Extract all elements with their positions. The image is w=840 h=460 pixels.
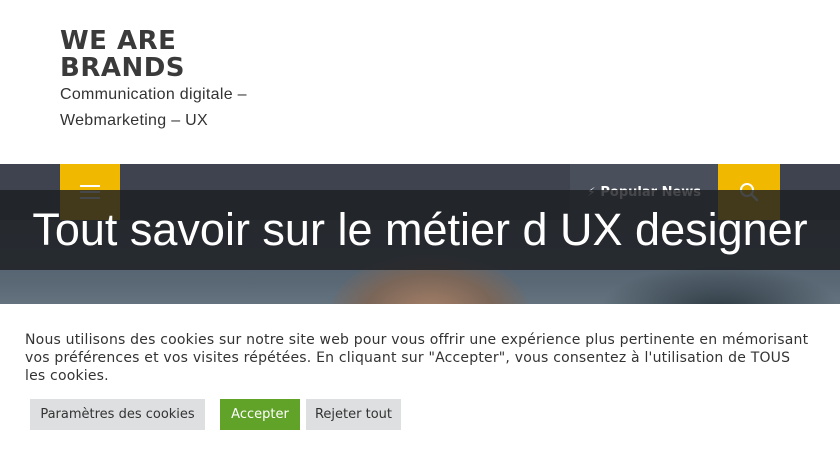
cookie-message: Nous utilisons des cookies sur notre sit… [25, 332, 809, 384]
brand-line-1[interactable]: WE ARE [60, 28, 185, 55]
brand-line-2[interactable]: BRANDS [60, 55, 185, 82]
site-tagline: Communication digitale – Webmarketing – … [60, 86, 247, 129]
article-title-band: Tout savoir sur le métier d UX designer [0, 190, 840, 270]
accept-cookies-button[interactable]: Accepter [220, 399, 300, 430]
site-logo[interactable]: WE ARE BRANDS [60, 28, 185, 82]
reject-all-cookies-button[interactable]: Rejeter tout [306, 399, 401, 430]
cookie-settings-button[interactable]: Paramètres des cookies [30, 399, 205, 430]
article-title: Tout savoir sur le métier d UX designer [32, 204, 808, 255]
site-header: WE ARE BRANDS Communication digitale – W… [0, 0, 840, 164]
cookie-banner: Nous utilisons des cookies sur notre sit… [0, 304, 840, 460]
